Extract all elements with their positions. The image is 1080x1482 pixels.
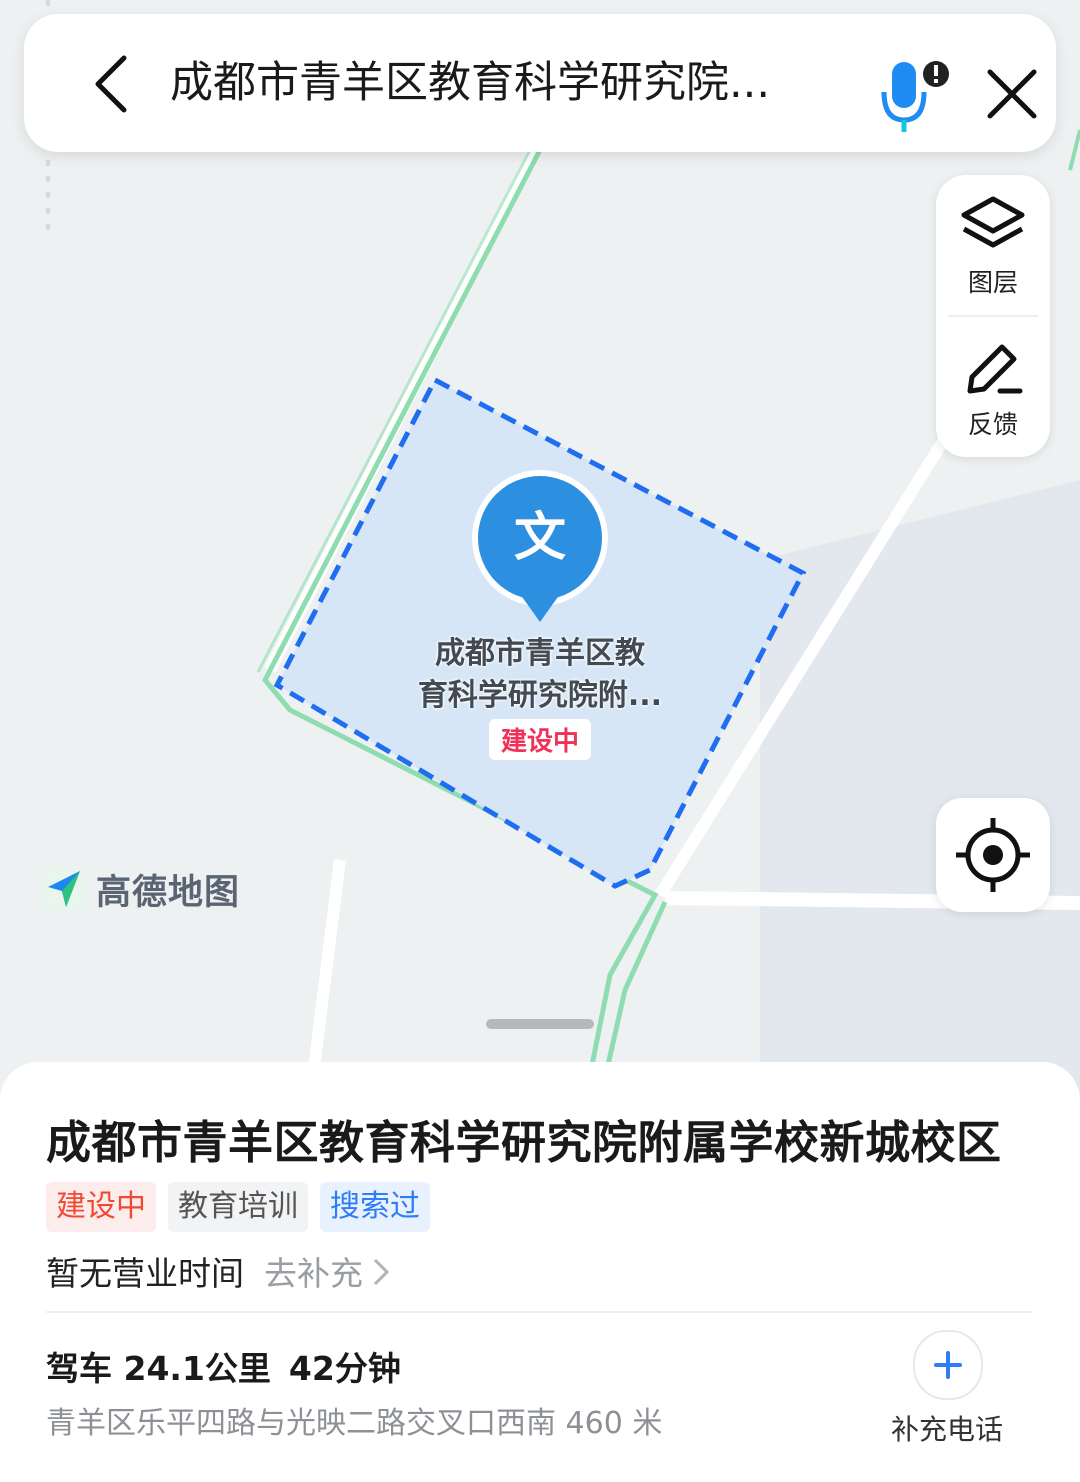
tag-category: 教育培训: [168, 1182, 308, 1232]
place-detail-sheet[interactable]: 成都市青羊区教育科学研究院附属学校新城校区 建设中 教育培训 搜索过 暂无营业时…: [0, 1062, 1080, 1482]
drive-info[interactable]: 驾车 24.1公里 42分钟: [46, 1342, 401, 1390]
place-tags: 建设中 教育培训 搜索过: [46, 1182, 442, 1232]
poi-name-line1: 成都市青羊区教: [435, 636, 645, 671]
poi-name-line2: 育科学研究院附...: [417, 678, 663, 713]
tag-under-construction: 建设中: [46, 1182, 156, 1232]
search-query-text[interactable]: 成都市青羊区教育科学研究院...: [170, 52, 830, 114]
back-button[interactable]: [76, 48, 148, 120]
layers-icon: [961, 196, 1025, 248]
add-phone-label: 补充电话: [890, 1413, 1003, 1446]
add-hours-link[interactable]: 去补充: [264, 1254, 363, 1293]
sheet-drag-handle[interactable]: [486, 1019, 594, 1029]
poi-label[interactable]: 成都市青羊区教 育科学研究院附... 建设中: [395, 633, 685, 760]
close-button[interactable]: [976, 58, 1048, 130]
add-phone-circle[interactable]: [913, 1330, 983, 1400]
plus-icon: [934, 1351, 962, 1379]
layers-label: 图层: [967, 268, 1018, 297]
layers-button[interactable]: 图层: [936, 175, 1050, 315]
microphone-icon: [881, 61, 949, 132]
amap-logo-icon: [42, 867, 86, 911]
chevron-right-icon: [371, 1256, 391, 1296]
map-tools-panel: 图层 反馈: [936, 175, 1050, 457]
crosshair-icon: [956, 818, 1030, 892]
voice-search-button[interactable]: [872, 58, 956, 142]
locate-me-button[interactable]: [936, 798, 1050, 912]
tag-searched: 搜索过: [320, 1182, 430, 1232]
map-view[interactable]: 文 成都市青羊区教 育科学研究院附... 建设中 高德地图: [0, 0, 1080, 1100]
section-divider: [46, 1311, 1032, 1313]
feedback-button[interactable]: 反馈: [936, 317, 1050, 457]
brand-logo: 高德地图: [40, 864, 240, 914]
edit-pencil-icon: [967, 344, 1023, 394]
brand-name: 高德地图: [96, 872, 241, 913]
business-hours-text: 暂无营业时间: [46, 1254, 244, 1293]
place-title: 成都市青羊区教育科学研究院附属学校新城校区: [46, 1116, 1002, 1169]
place-address: 青羊区乐平四路与光映二路交叉口西南 460 米: [46, 1406, 663, 1441]
add-phone-button[interactable]: 补充电话: [882, 1330, 1012, 1450]
drive-distance: 驾车 24.1公里: [46, 1349, 271, 1388]
poi-status-badge: 建设中: [488, 719, 591, 760]
chevron-left-icon: [95, 55, 127, 113]
search-bar[interactable]: 成都市青羊区教育科学研究院...: [24, 14, 1056, 152]
business-hours-row[interactable]: 暂无营业时间 去补充: [46, 1247, 391, 1296]
close-icon: [987, 69, 1037, 119]
feedback-label: 反馈: [967, 410, 1018, 439]
poi-marker-glyph: 文: [513, 508, 566, 568]
drive-time: 42分钟: [288, 1349, 401, 1388]
